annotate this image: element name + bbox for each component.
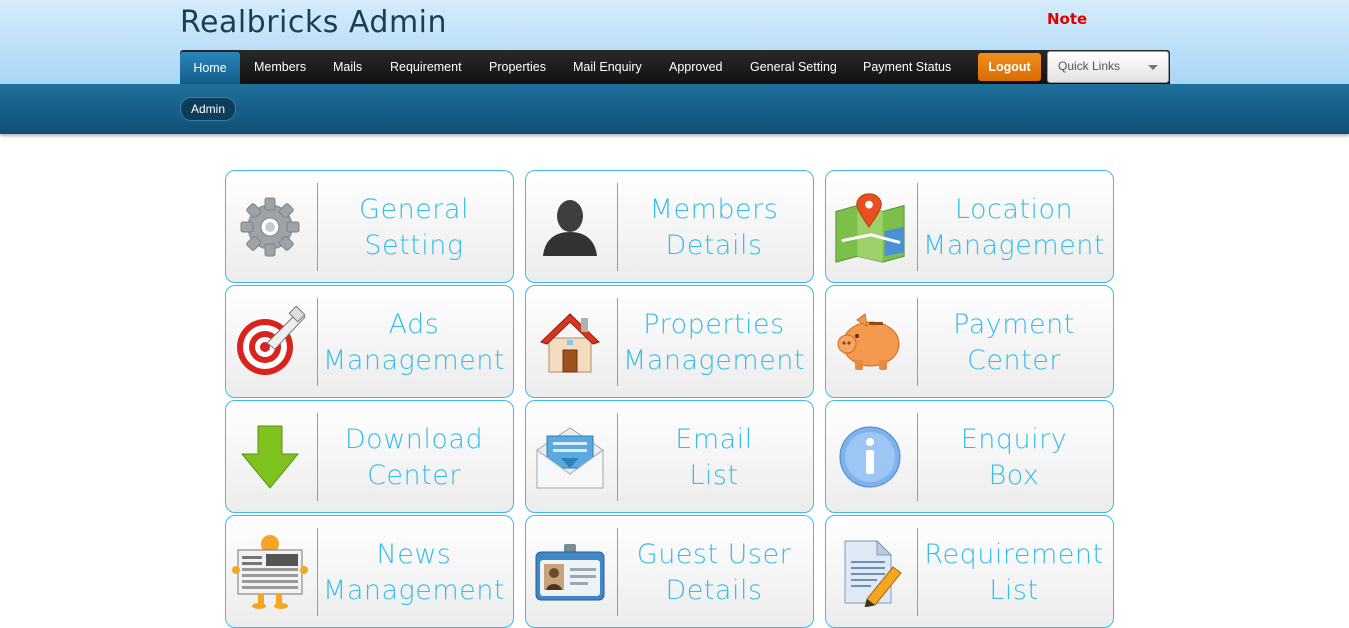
nav-home[interactable]: Home — [180, 52, 240, 84]
tile-divider — [917, 298, 918, 386]
tile-label: Properties Management — [619, 300, 809, 386]
tile-label: News Management — [319, 530, 509, 616]
user-silhouette-icon — [532, 183, 608, 271]
tile-label-line1: Requirement — [924, 539, 1104, 570]
nav-properties[interactable]: Properties — [489, 50, 546, 84]
newspaper-icon — [232, 528, 308, 616]
tile-divider — [917, 183, 918, 271]
tile-divider — [617, 183, 618, 271]
tile-general-setting[interactable]: General Setting — [225, 170, 514, 283]
tile-requirement-list[interactable]: Requirement List — [825, 515, 1114, 628]
tile-location-management[interactable]: Location Management — [825, 170, 1114, 283]
tile-payment-center[interactable]: Payment Center — [825, 285, 1114, 398]
tile-label: Location Management — [919, 185, 1109, 271]
house-icon — [532, 298, 608, 386]
tile-ads-management[interactable]: Ads Management — [225, 285, 514, 398]
tile-label: Members Details — [619, 185, 809, 271]
tile-email-list[interactable]: Email List — [525, 400, 814, 513]
tile-label-line1: News — [376, 539, 452, 570]
tile-label-line2: Box — [988, 460, 1040, 491]
tile-label-line2: Center — [967, 345, 1061, 376]
tile-label: Payment Center — [919, 300, 1109, 386]
tile-news-management[interactable]: News Management — [225, 515, 514, 628]
tile-label-line2: Management — [923, 230, 1105, 261]
target-icon — [232, 298, 308, 386]
id-card-icon — [532, 528, 608, 616]
tile-label-line1: Ads — [388, 309, 440, 340]
breadcrumb-admin[interactable]: Admin — [180, 97, 237, 121]
quick-links-label: Quick Links — [1058, 59, 1121, 73]
app-title: Realbricks Admin — [180, 5, 448, 40]
nav-mails[interactable]: Mails — [333, 50, 362, 84]
tile-divider — [917, 413, 918, 501]
tile-label-line2: Management — [623, 345, 805, 376]
chevron-down-icon — [1148, 65, 1158, 70]
envelope-icon — [532, 413, 608, 501]
nav-approved[interactable]: Approved — [669, 50, 723, 84]
nav-requirement[interactable]: Requirement — [390, 50, 462, 84]
tile-label: Ads Management — [319, 300, 509, 386]
tile-label-line1: Enquiry — [960, 424, 1068, 455]
nav-mail-enquiry[interactable]: Mail Enquiry — [573, 50, 642, 84]
tile-label-line1: Guest User — [636, 539, 792, 570]
tile-label-line2: Details — [665, 230, 763, 261]
tile-download-center[interactable]: Download Center — [225, 400, 514, 513]
piggy-bank-icon — [832, 298, 908, 386]
info-icon — [832, 413, 908, 501]
tile-divider — [317, 183, 318, 271]
nav-members[interactable]: Members — [254, 50, 306, 84]
tile-label-line1: Download — [344, 424, 484, 455]
tile-divider — [317, 298, 318, 386]
tile-label-line1: Email — [675, 424, 753, 455]
gear-icon — [232, 183, 308, 271]
tile-members-details[interactable]: Members Details — [525, 170, 814, 283]
tile-label-line1: Location — [954, 194, 1074, 225]
tile-divider — [317, 528, 318, 616]
tile-label-line2: Management — [323, 345, 505, 376]
map-pin-icon — [832, 183, 908, 271]
nav-payment-status[interactable]: Payment Status — [863, 50, 951, 84]
tile-divider — [917, 528, 918, 616]
tile-label: Email List — [619, 415, 809, 501]
tile-divider — [317, 413, 318, 501]
tile-label: Enquiry Box — [919, 415, 1109, 501]
quick-links-dropdown[interactable]: Quick Links — [1047, 51, 1169, 83]
main-nav: Home Members Mails Requirement Propertie… — [180, 50, 1170, 84]
tile-divider — [617, 528, 618, 616]
tile-label-line2: Center — [367, 460, 461, 491]
tile-label-line2: List — [989, 575, 1039, 606]
tile-label-line2: Setting — [364, 230, 464, 261]
tile-label-line2: Details — [665, 575, 763, 606]
logout-button[interactable]: Logout — [978, 53, 1041, 81]
tile-label-line2: Management — [323, 575, 505, 606]
tile-label: Download Center — [319, 415, 509, 501]
tile-divider — [617, 298, 618, 386]
tile-label: General Setting — [319, 185, 509, 271]
note-link[interactable]: Note — [1047, 10, 1087, 28]
tile-label-line2: List — [689, 460, 739, 491]
tile-divider — [617, 413, 618, 501]
download-arrow-icon — [232, 413, 308, 501]
tile-properties-management[interactable]: Properties Management — [525, 285, 814, 398]
document-pencil-icon — [832, 528, 908, 616]
tile-enquiry-box[interactable]: Enquiry Box — [825, 400, 1114, 513]
tile-label-line1: Members — [649, 194, 779, 225]
tile-label-line1: General — [359, 194, 469, 225]
tile-label-line1: Payment — [953, 309, 1075, 340]
tile-guest-user-details[interactable]: Guest User Details — [525, 515, 814, 628]
tile-label: Requirement List — [919, 530, 1109, 616]
tile-label: Guest User Details — [619, 530, 809, 616]
nav-general-setting[interactable]: General Setting — [750, 50, 837, 84]
tile-label-line1: Properties — [643, 309, 785, 340]
